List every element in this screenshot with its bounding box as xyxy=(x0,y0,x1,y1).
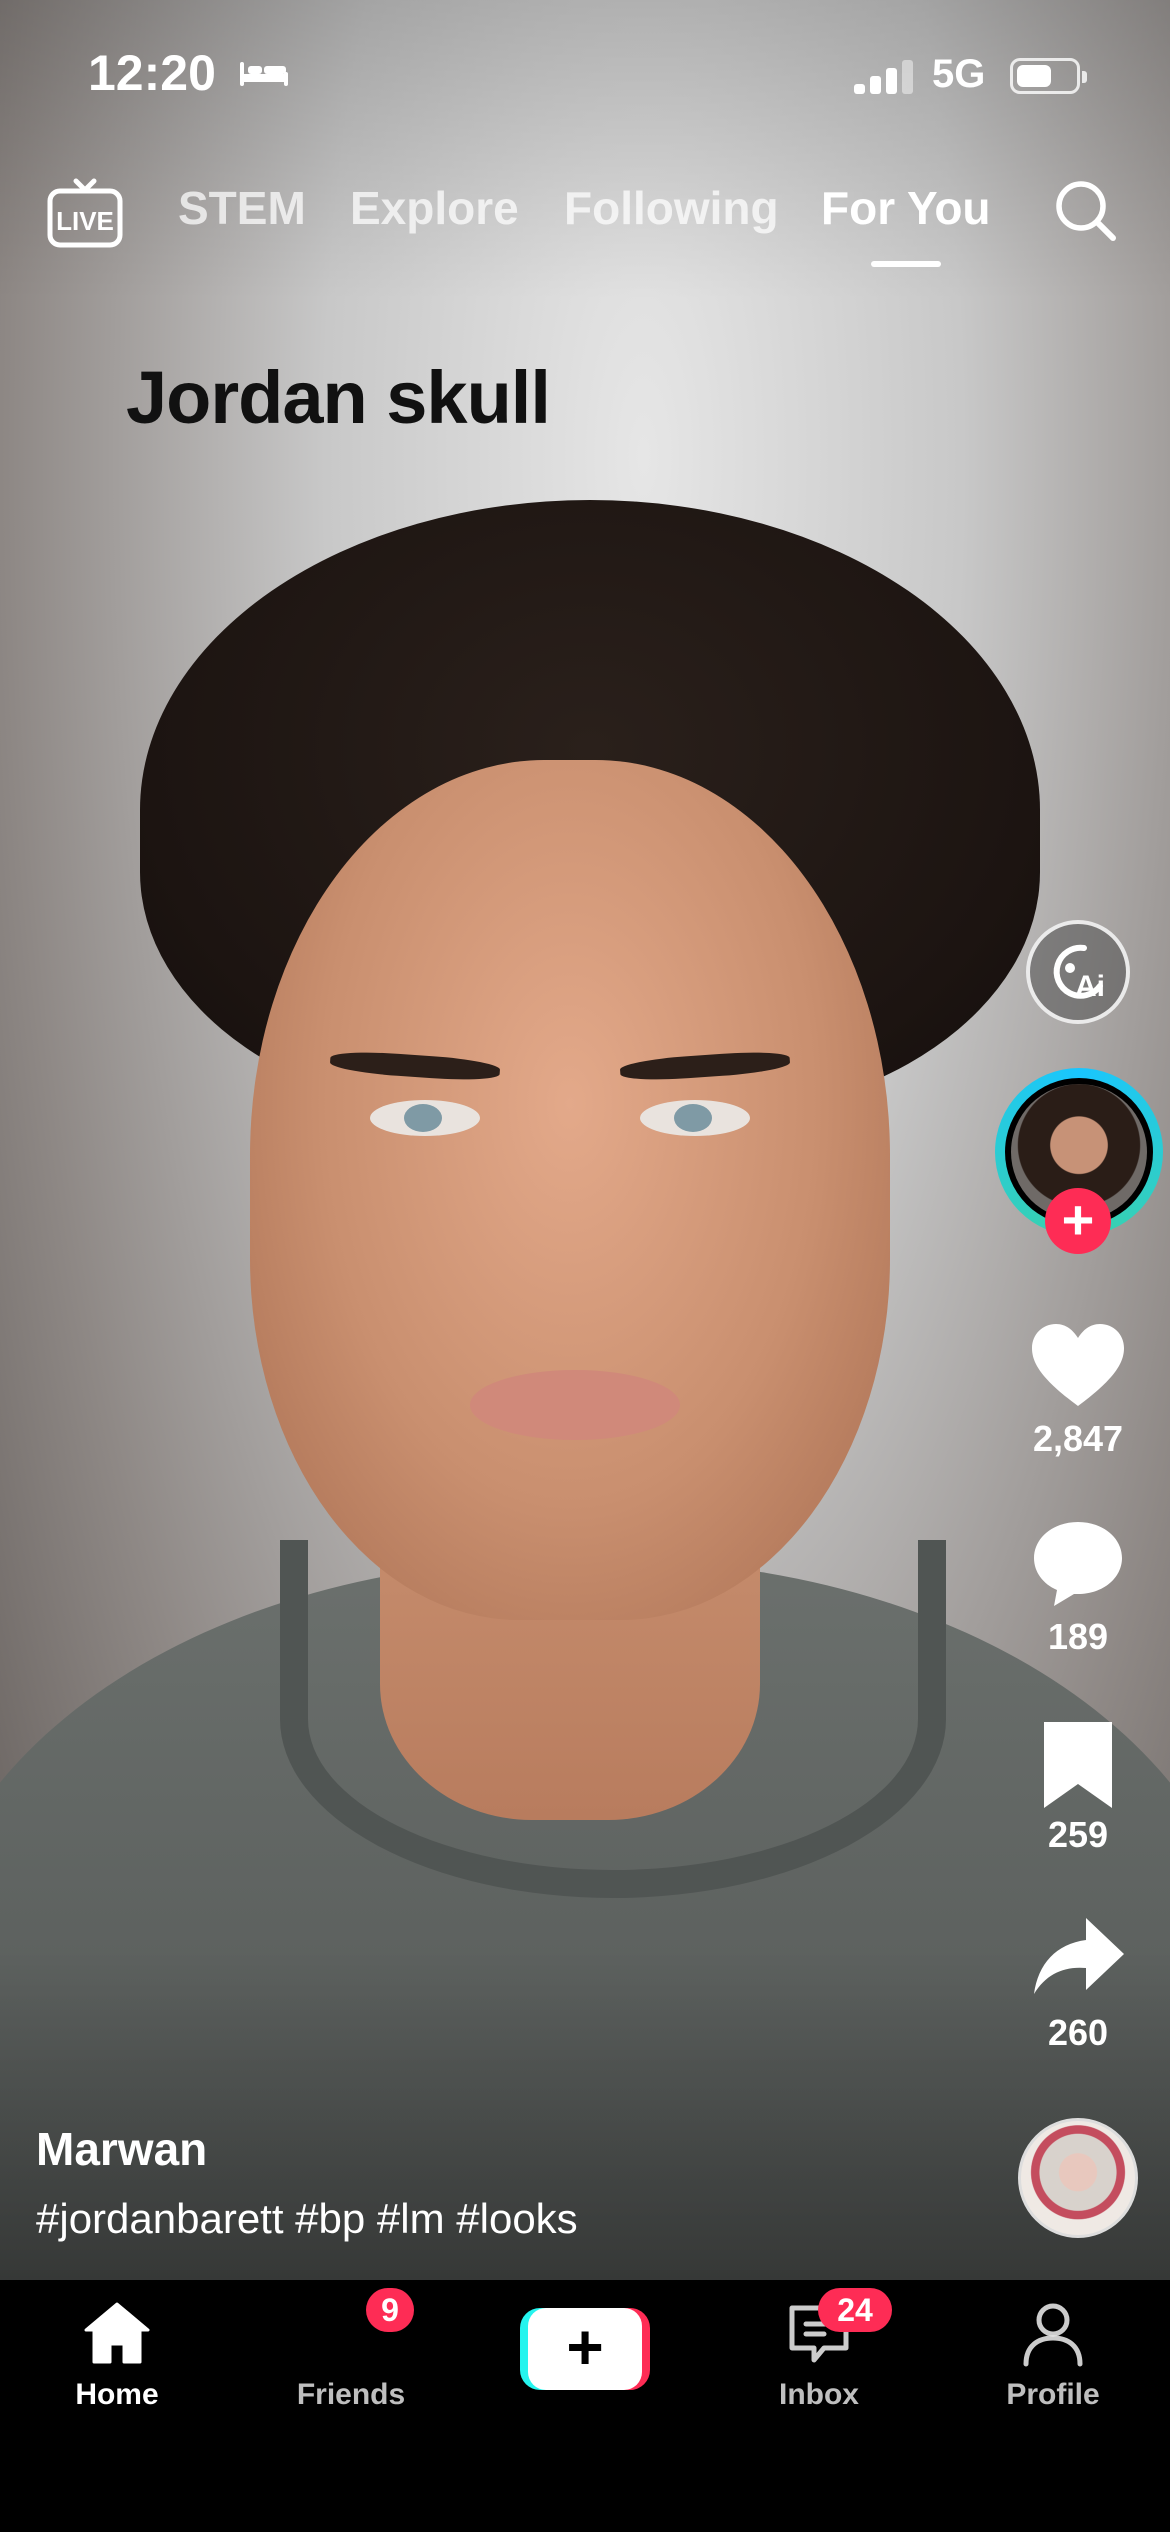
signal-bar xyxy=(886,68,897,94)
live-label: LIVE xyxy=(56,206,114,236)
follow-button[interactable]: + xyxy=(1045,1188,1111,1254)
top-feed-tabs: LIVE STEM Explore Following For You xyxy=(0,165,1170,275)
active-tab-indicator xyxy=(871,261,941,267)
video-subject-lips xyxy=(470,1370,680,1440)
author-name[interactable]: Marwan xyxy=(36,2122,207,2176)
nav-home[interactable]: Home xyxy=(0,2280,234,2440)
tab-explore[interactable]: Explore xyxy=(350,181,519,235)
video-hashtags[interactable]: #jordanbarett #bp #lm #looks xyxy=(36,2195,578,2243)
signal-bar xyxy=(870,76,881,94)
tab-stem[interactable]: STEM xyxy=(178,181,306,235)
search-icon[interactable] xyxy=(1052,177,1118,243)
ai-label: Ai xyxy=(1075,970,1105,1003)
ai-face-icon: Ai xyxy=(1053,944,1105,1003)
battery-fill xyxy=(1017,65,1051,87)
battery-icon xyxy=(1010,58,1087,94)
nav-friends-label: Friends xyxy=(296,2378,406,2411)
heart-icon[interactable] xyxy=(1030,1322,1126,1412)
nav-inbox[interactable]: Inbox 24 xyxy=(702,2280,936,2440)
nav-profile[interactable]: Profile xyxy=(936,2280,1170,2440)
cellular-signal-icon xyxy=(854,60,916,94)
nav-inbox-label: Inbox xyxy=(779,2378,859,2411)
tab-following[interactable]: Following xyxy=(564,181,779,235)
like-count: 2,847 xyxy=(1032,1418,1124,1459)
live-tv-icon[interactable]: LIVE xyxy=(46,175,124,249)
video-subject-face xyxy=(250,760,890,1620)
bookmark-icon[interactable] xyxy=(1030,1720,1126,1810)
video-subject-eye xyxy=(370,1100,480,1136)
home-icon xyxy=(84,2302,150,2364)
signal-bar xyxy=(854,84,865,94)
nav-friends[interactable]: Friends 9 xyxy=(234,2280,468,2440)
save-count: 259 xyxy=(1047,1814,1109,1855)
bottom-tab-bar: Home Friends 9 + Inbox 24 Profile xyxy=(0,2280,1170,2532)
status-time: 12:20 xyxy=(88,45,216,101)
network-type: 5G xyxy=(932,52,986,96)
tab-for-you[interactable]: For You xyxy=(821,181,991,235)
comment-icon[interactable] xyxy=(1030,1518,1126,1608)
signal-bar xyxy=(902,60,913,94)
video-overlay-text: Jordan skull xyxy=(126,356,551,439)
video-subject-eye xyxy=(640,1100,750,1136)
inbox-badge: 24 xyxy=(818,2288,892,2332)
share-arrow-icon[interactable] xyxy=(1030,1914,1126,2004)
nav-profile-label: Profile xyxy=(1006,2378,1100,2411)
battery-tip xyxy=(1082,71,1087,83)
plus-icon: + xyxy=(528,2308,642,2390)
tiktok-screen: 12:20 5G LIVE STEM Explore Following For… xyxy=(0,0,1170,2532)
status-bar: 12:20 5G xyxy=(0,0,1170,150)
nav-home-label: Home xyxy=(75,2378,159,2411)
comment-count: 189 xyxy=(1047,1616,1109,1657)
video-player[interactable] xyxy=(0,0,1170,2280)
ai-self-button[interactable]: Ai xyxy=(1026,920,1130,1024)
friends-badge: 9 xyxy=(366,2288,414,2332)
share-count: 260 xyxy=(1047,2012,1109,2053)
profile-icon xyxy=(1023,2303,1083,2367)
sound-disc[interactable] xyxy=(1018,2118,1138,2238)
create-video-button[interactable]: + xyxy=(520,2308,650,2390)
sleep-focus-icon xyxy=(240,62,288,86)
